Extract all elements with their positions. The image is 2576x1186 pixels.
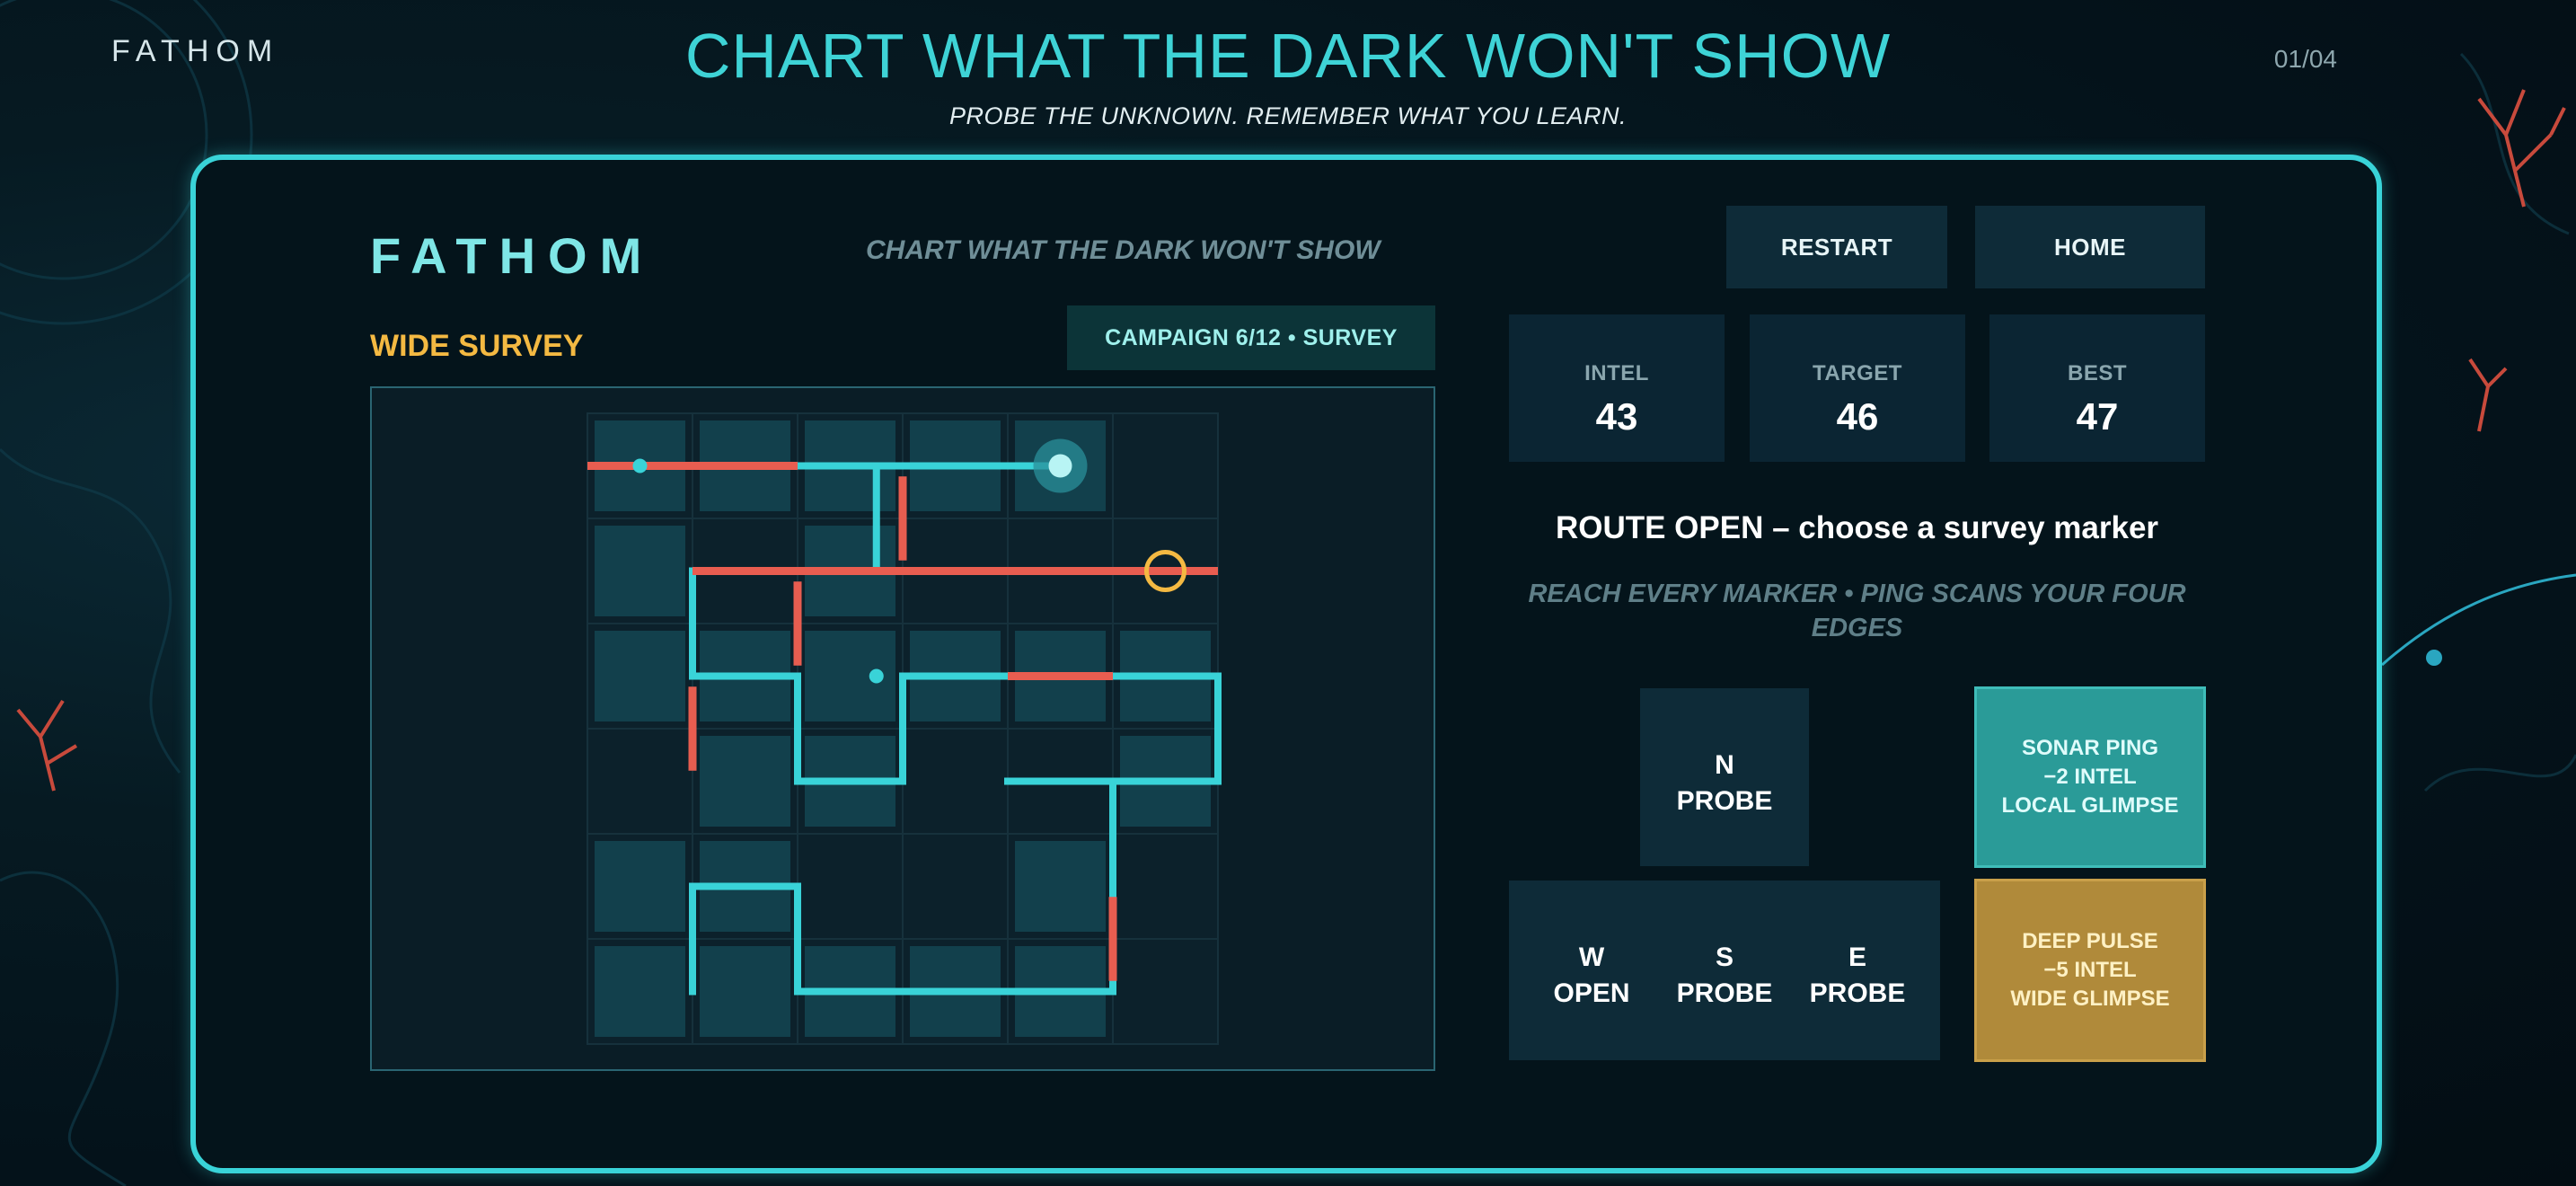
west-state: OPEN xyxy=(1553,978,1630,1008)
grid-cell xyxy=(902,728,1009,835)
revealed-tile xyxy=(595,631,685,721)
south-probe-button[interactable]: S PROBE xyxy=(1657,940,1792,1012)
deep-cost: −5 INTEL xyxy=(2043,958,2137,982)
campaign-badge: CAMPAIGN 6/12 • SURVEY xyxy=(1067,305,1435,370)
game-board[interactable] xyxy=(370,386,1435,1071)
grid-cell xyxy=(1112,833,1219,940)
revealed-tile xyxy=(595,946,685,1037)
sonar-title: SONAR PING xyxy=(2021,736,2158,760)
hint-text: REACH EVERY MARKER • PING SCANS YOUR FOU… xyxy=(1528,580,2186,642)
deep-title: DEEP PULSE xyxy=(2022,929,2158,953)
north-label: N PROBE xyxy=(1657,748,1792,819)
home-button[interactable]: HOME xyxy=(1975,206,2205,288)
target-label: TARGET xyxy=(1813,361,1902,385)
status-message: ROUTE OPEN – choose a survey marker xyxy=(1555,510,2159,545)
north-dir: N xyxy=(1715,750,1734,780)
route-junction-dot xyxy=(869,668,884,684)
target-stat: TARGET 46 xyxy=(1750,314,1965,462)
board-canvas[interactable] xyxy=(372,388,1434,1069)
south-state: PROBE xyxy=(1676,978,1773,1008)
grid-cell xyxy=(587,728,693,835)
sonar-ping-button[interactable]: SONAR PING −2 INTEL LOCAL GLIMPSE xyxy=(1974,686,2206,868)
page-title: CHART WHAT THE DARK WON'T SHOW xyxy=(684,21,1892,91)
sonar-cost: −2 INTEL xyxy=(2043,765,2137,789)
target-value: 46 xyxy=(1836,395,1879,438)
deep-pulse-button[interactable]: DEEP PULSE −5 INTEL WIDE GLIMPSE xyxy=(1974,879,2206,1062)
east-state: PROBE xyxy=(1809,978,1906,1008)
page-counter: 01/04 xyxy=(2273,45,2337,73)
game-logo: FATHOM xyxy=(370,227,655,284)
best-label: BEST xyxy=(2067,361,2127,385)
direction-row: W OPEN S PROBE E PROBE xyxy=(1509,881,1940,1060)
revealed-tile xyxy=(700,946,790,1037)
revealed-tile xyxy=(700,736,790,827)
revealed-tile xyxy=(595,526,685,616)
west-dir: W xyxy=(1578,943,1605,972)
sonar-effect: LOCAL GLIMPSE xyxy=(2001,793,2179,818)
route-start-dot xyxy=(632,458,648,474)
restart-button[interactable]: RESTART xyxy=(1726,206,1947,288)
page-subtitle: PROBE THE UNKNOWN. REMEMBER WHAT YOU LEA… xyxy=(948,102,1628,129)
north-probe-button[interactable]: N PROBE xyxy=(1640,688,1809,866)
grid-cell xyxy=(1112,938,1219,1045)
level-name: WIDE SURVEY xyxy=(370,329,584,363)
west-open-button[interactable]: W OPEN xyxy=(1524,940,1659,1012)
deep-effect: WIDE GLIMPSE xyxy=(2010,987,2170,1011)
best-value: 47 xyxy=(2076,395,2119,438)
grid-cell xyxy=(797,833,904,940)
player-icon xyxy=(1048,454,1072,478)
game-tagline: CHART WHAT THE DARK WON'T SHOW xyxy=(866,235,1381,265)
grid-cell xyxy=(902,833,1009,940)
north-state: PROBE xyxy=(1676,786,1773,816)
intel-value: 43 xyxy=(1595,395,1638,438)
revealed-tile xyxy=(595,841,685,932)
revealed-tile xyxy=(1015,841,1106,932)
south-dir: S xyxy=(1715,943,1734,972)
east-probe-button[interactable]: E PROBE xyxy=(1790,940,1925,1012)
grid-cell xyxy=(1112,412,1219,519)
intel-stat: INTEL 43 xyxy=(1509,314,1725,462)
east-dir: E xyxy=(1848,943,1866,972)
intel-label: INTEL xyxy=(1584,361,1649,385)
best-stat: BEST 47 xyxy=(1989,314,2205,462)
